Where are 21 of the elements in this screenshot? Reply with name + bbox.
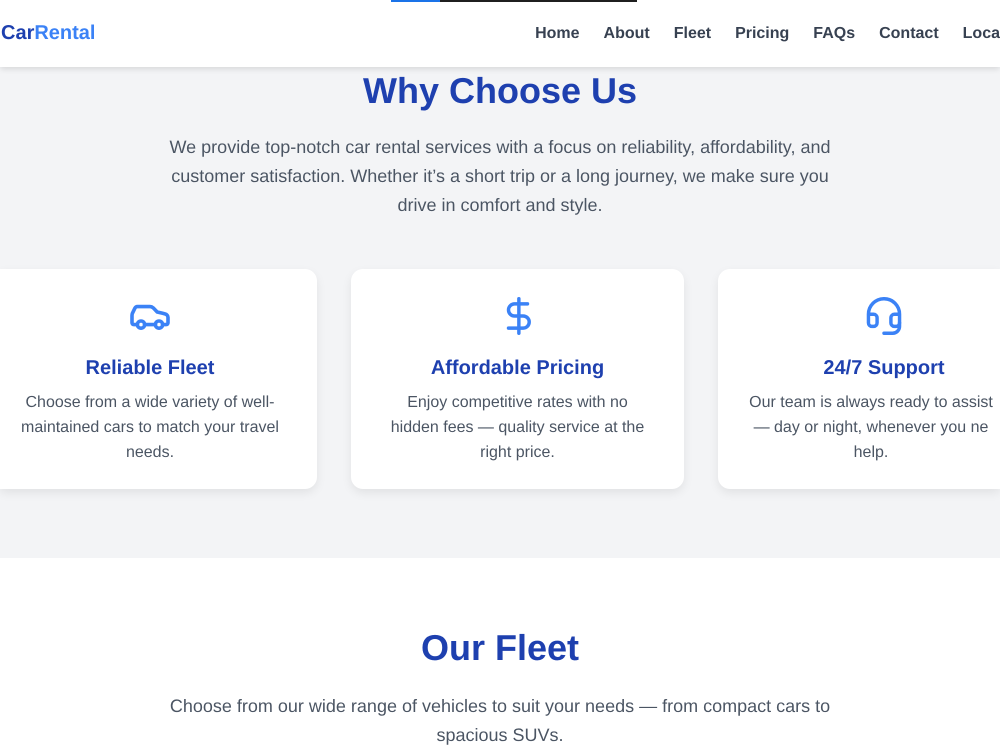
nav-link[interactable]: About xyxy=(604,24,650,42)
card-title: 24/7 Support xyxy=(823,356,945,381)
card-description: Choose from a wide variety of well-maintained cars to match your travel needs. xyxy=(20,393,280,463)
logo[interactable]: CarRental xyxy=(1,22,96,45)
section-intro: We provide top-notch car rental services with a focus on reliability, affordability, and customer satisfaction. Whether it’s a short trip or a long journey, we make sure you drive in comfort and style. xyxy=(168,136,832,217)
card-description: Enjoy competitive rates with no hidden fees — quality service at the right price. xyxy=(390,393,646,463)
nav-link[interactable]: Fleet xyxy=(674,24,712,42)
nav-link[interactable]: Home xyxy=(535,24,580,42)
nav-link[interactable]: Pricing xyxy=(735,24,790,42)
nav-link[interactable]: Loca xyxy=(962,24,1000,42)
section-title: Why Choose Us xyxy=(362,69,638,112)
headset-icon xyxy=(866,297,902,335)
card-title: Reliable Fleet xyxy=(86,356,214,381)
card-description: Our team is always ready to assist — day or night, whenever you ne help. xyxy=(749,393,993,463)
nav-link[interactable]: FAQs xyxy=(813,24,856,42)
nav-link[interactable]: Contact xyxy=(879,24,939,42)
card-title: Affordable Pricing xyxy=(430,356,604,381)
section-title: Our Fleet xyxy=(420,626,580,669)
dollar-icon xyxy=(504,297,530,335)
section-intro: Choose from our wide range of vehicles to suit your needs — from compact cars to spacious SUVs. xyxy=(168,695,832,747)
car-icon xyxy=(130,302,170,330)
